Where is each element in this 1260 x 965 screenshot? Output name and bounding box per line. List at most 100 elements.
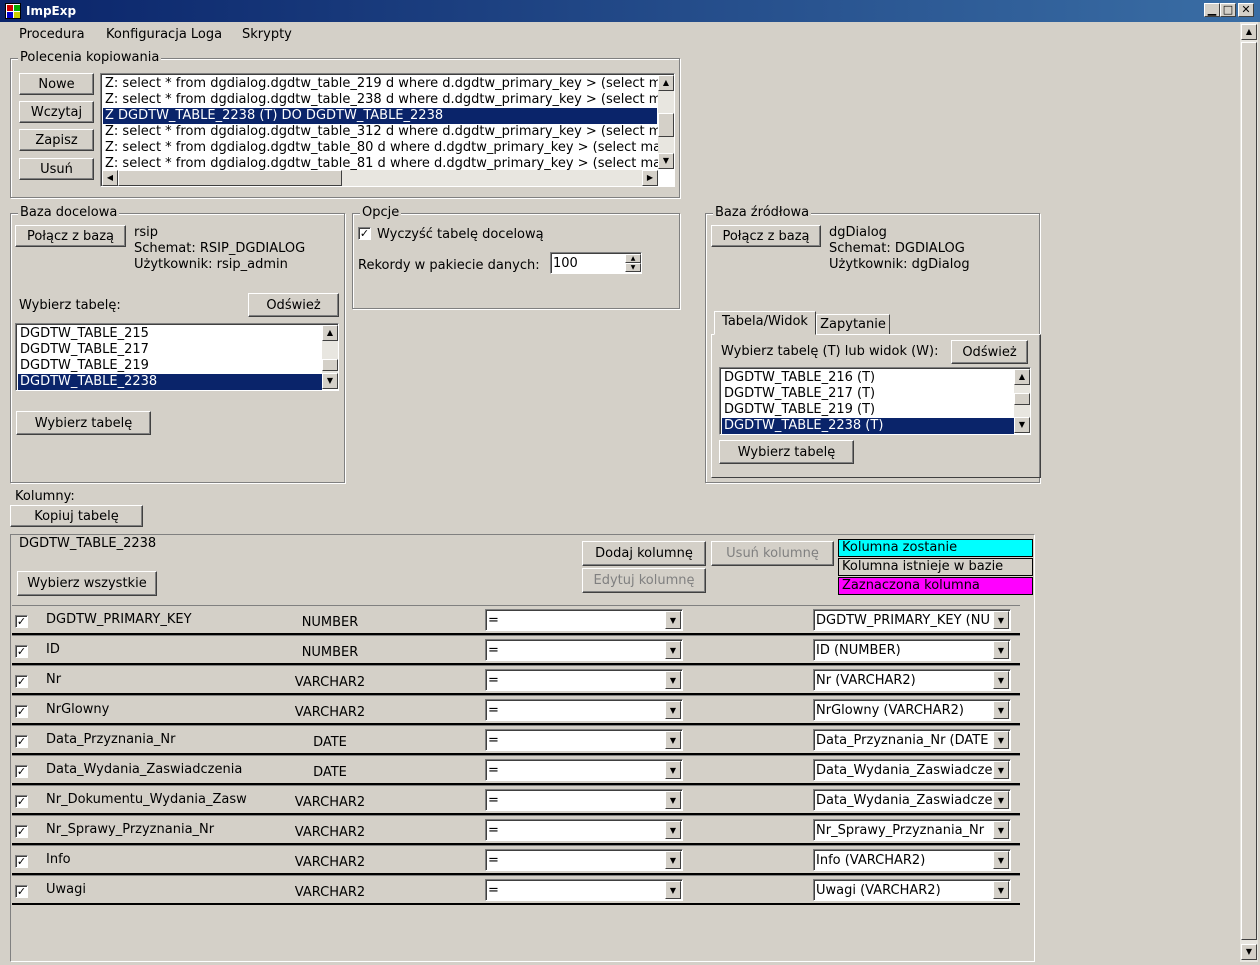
source-tables-listbox[interactable]: DGDTW_TABLE_216 (T) DGDTW_TABLE_217 (T) DG… [719, 367, 1031, 435]
chevron-down-icon[interactable]: ▼ [993, 821, 1009, 839]
clear-target-checkbox[interactable]: ✓ [358, 227, 371, 240]
chevron-down-icon[interactable]: ▼ [665, 881, 681, 899]
remove-column-button[interactable]: Usuń kolumnę [711, 541, 834, 566]
column-checkbox[interactable]: ✓ [15, 675, 28, 688]
chevron-down-icon[interactable]: ▼ [665, 701, 681, 719]
source-refresh-button[interactable]: Odśwież [951, 340, 1028, 364]
chevron-down-icon[interactable]: ▼ [665, 761, 681, 779]
chevron-down-icon[interactable]: ▼ [993, 641, 1009, 659]
source-tables-vscroll[interactable]: ▲ ▼ [1014, 369, 1030, 433]
scroll-down-icon[interactable]: ▼ [1241, 944, 1257, 960]
add-column-button[interactable]: Dodaj kolumnę [582, 541, 706, 566]
operator-combo[interactable]: = ▼ [485, 609, 683, 631]
chevron-down-icon[interactable]: ▼ [665, 851, 681, 869]
operator-combo[interactable]: = ▼ [485, 819, 683, 841]
scroll-thumb[interactable] [1241, 42, 1257, 940]
list-item[interactable]: DGDTW_TABLE_219 (T) [722, 402, 1014, 418]
operator-combo[interactable]: = ▼ [485, 879, 683, 901]
target-column-combo[interactable]: Nr_Sprawy_Przyznania_Nr ▼ [813, 819, 1011, 841]
chevron-down-icon[interactable]: ▼ [993, 881, 1009, 899]
target-column-combo[interactable]: Data_Wydania_Zaswiadcze ▼ [813, 789, 1011, 811]
column-checkbox[interactable]: ✓ [15, 885, 28, 898]
chevron-down-icon[interactable]: ▼ [993, 791, 1009, 809]
operator-combo[interactable]: = ▼ [485, 849, 683, 871]
maximize-button[interactable]: □ [1220, 3, 1236, 17]
chevron-down-icon[interactable]: ▼ [993, 671, 1009, 689]
target-refresh-button[interactable]: Odśwież [248, 293, 339, 317]
target-column-combo[interactable]: Data_Wydania_Zaswiadcze ▼ [813, 759, 1011, 781]
commands-hscroll[interactable]: ◀ ▶ [102, 170, 658, 186]
column-checkbox[interactable]: ✓ [15, 645, 28, 658]
source-connect-button[interactable]: Połącz z bazą [711, 225, 821, 247]
column-checkbox[interactable]: ✓ [15, 735, 28, 748]
scroll-up-icon[interactable]: ▲ [1241, 24, 1257, 40]
spin-up-icon[interactable]: ▲ [625, 254, 641, 263]
list-item[interactable]: DGDTW_TABLE_217 (T) [722, 386, 1014, 402]
column-checkbox[interactable]: ✓ [15, 705, 28, 718]
source-select-table-button[interactable]: Wybierz tabelę [719, 440, 854, 464]
scroll-thumb[interactable] [322, 359, 338, 371]
delete-button[interactable]: Usuń [19, 158, 94, 180]
target-column-combo[interactable]: ID (NUMBER) ▼ [813, 639, 1011, 661]
scroll-left-icon[interactable]: ◀ [102, 170, 118, 186]
operator-combo[interactable]: = ▼ [485, 729, 683, 751]
target-column-combo[interactable]: Uwagi (VARCHAR2) ▼ [813, 879, 1011, 901]
scroll-up-icon[interactable]: ▲ [658, 75, 674, 91]
close-button[interactable]: ✕ [1238, 3, 1254, 17]
scroll-right-icon[interactable]: ▶ [642, 170, 658, 186]
operator-combo[interactable]: = ▼ [485, 759, 683, 781]
chevron-down-icon[interactable]: ▼ [665, 791, 681, 809]
target-select-table-button[interactable]: Wybierz tabelę [16, 411, 151, 435]
target-column-combo[interactable]: Nr (VARCHAR2) ▼ [813, 669, 1011, 691]
column-checkbox[interactable]: ✓ [15, 855, 28, 868]
list-item[interactable]: DGDTW_TABLE_217 [18, 342, 322, 358]
list-item[interactable]: Z: select * from dgdialog.dgdtw_table_23… [103, 92, 674, 108]
chevron-down-icon[interactable]: ▼ [993, 731, 1009, 749]
list-item[interactable]: DGDTW_TABLE_219 [18, 358, 322, 374]
operator-combo[interactable]: = ▼ [485, 669, 683, 691]
menu-konfiguracja-loga[interactable]: Konfiguracja Loga [106, 27, 222, 42]
chevron-down-icon[interactable]: ▼ [665, 821, 681, 839]
save-button[interactable]: Zapisz [19, 129, 94, 151]
chevron-down-icon[interactable]: ▼ [665, 641, 681, 659]
commands-listbox[interactable]: Z: select * from dgdialog.dgdtw_table_21… [100, 73, 675, 187]
copy-table-button[interactable]: Kopiuj tabelę [10, 505, 143, 527]
list-item[interactable]: Z: select * from dgdialog.dgdtw_table_80… [103, 140, 669, 156]
target-column-combo[interactable]: NrGlowny (VARCHAR2) ▼ [813, 699, 1011, 721]
scroll-up-icon[interactable]: ▲ [322, 325, 338, 341]
list-item[interactable]: DGDTW_TABLE_216 (T) [722, 370, 1014, 386]
scroll-thumb[interactable] [658, 113, 674, 137]
list-item[interactable]: DGDTW_TABLE_2238 [18, 374, 322, 390]
minimize-button[interactable]: ▁ [1204, 3, 1220, 17]
chevron-down-icon[interactable]: ▼ [993, 761, 1009, 779]
list-item[interactable]: Z: select * from dgdialog.dgdtw_table_21… [103, 76, 674, 92]
edit-column-button[interactable]: Edytuj kolumnę [582, 568, 706, 593]
tab-table-view[interactable]: Tabela/Widok [714, 311, 816, 335]
scroll-down-icon[interactable]: ▼ [658, 153, 674, 169]
target-tables-listbox[interactable]: DGDTW_TABLE_215 DGDTW_TABLE_217 DGDTW_TABL… [15, 323, 339, 391]
target-column-combo[interactable]: Info (VARCHAR2) ▼ [813, 849, 1011, 871]
target-connect-button[interactable]: Połącz z bazą [15, 225, 126, 247]
list-item[interactable]: DGDTW_TABLE_215 [18, 326, 322, 342]
scroll-thumb[interactable] [118, 170, 342, 186]
menu-skrypty[interactable]: Skrypty [242, 27, 292, 42]
new-button[interactable]: Nowe [19, 73, 94, 95]
chevron-down-icon[interactable]: ▼ [665, 731, 681, 749]
scroll-up-icon[interactable]: ▲ [1014, 369, 1030, 385]
window-scrollbar[interactable]: ▲ ▼ [1240, 22, 1258, 962]
target-column-combo[interactable]: Data_Przyznania_Nr (DATE ▼ [813, 729, 1011, 751]
spin-down-icon[interactable]: ▼ [625, 263, 641, 272]
target-column-combo[interactable]: DGDTW_PRIMARY_KEY (NU ▼ [813, 609, 1011, 631]
batch-size-spinner[interactable]: 100 ▲ ▼ [550, 252, 642, 274]
operator-combo[interactable]: = ▼ [485, 699, 683, 721]
list-item[interactable]: Z: select * from dgdialog.dgdtw_table_31… [103, 124, 674, 140]
scroll-down-icon[interactable]: ▼ [1014, 417, 1030, 433]
chevron-down-icon[interactable]: ▼ [993, 611, 1009, 629]
column-checkbox[interactable]: ✓ [15, 795, 28, 808]
target-tables-vscroll[interactable]: ▲ ▼ [322, 325, 338, 389]
column-checkbox[interactable]: ✓ [15, 615, 28, 628]
operator-combo[interactable]: = ▼ [485, 789, 683, 811]
tab-query[interactable]: Zapytanie [816, 314, 890, 335]
commands-vscroll[interactable]: ▲ ▼ [658, 75, 674, 169]
scroll-down-icon[interactable]: ▼ [322, 373, 338, 389]
